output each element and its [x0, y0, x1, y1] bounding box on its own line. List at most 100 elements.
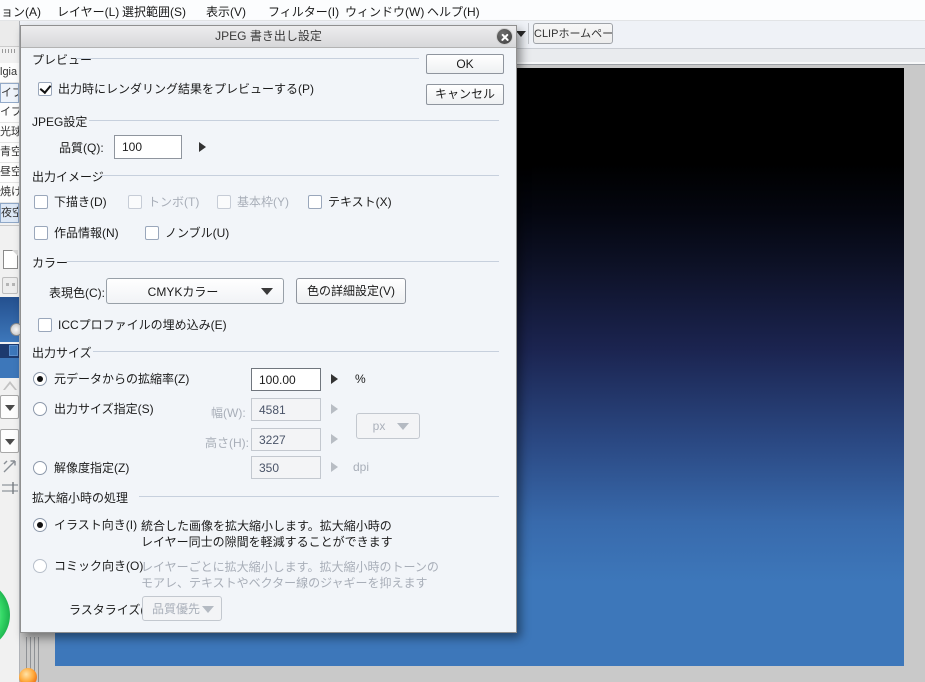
radio-label: イラスト向き(I): [54, 518, 138, 532]
scale-ratio-input[interactable]: 100.00: [251, 368, 321, 391]
palette-item[interactable]: 青空: [0, 143, 19, 163]
radio-label: コミック向き(O): [54, 559, 144, 573]
palette-dropdown-2[interactable]: [0, 429, 19, 453]
checkbox-icon[interactable]: [145, 225, 159, 240]
unit-dropdown: px: [356, 413, 420, 439]
quality-input[interactable]: 100: [114, 135, 182, 159]
section-header-output-size: 出力サイズ: [32, 346, 92, 360]
palette-dropdown-1[interactable]: [0, 395, 19, 419]
resolution-spinner-icon: [331, 462, 338, 472]
section-header-output-image: 出力イメージ: [32, 170, 104, 184]
close-icon[interactable]: [496, 28, 513, 45]
palette-item[interactable]: lgia: [0, 63, 19, 83]
scale-spinner-icon[interactable]: [331, 374, 338, 384]
section-rule: [67, 261, 499, 262]
gradient-color-chip-dark[interactable]: [0, 344, 19, 358]
height-label: 高さ(H):: [205, 436, 249, 450]
ok-button[interactable]: OK: [426, 54, 504, 74]
checkbox-label: 基本枠(Y): [237, 195, 289, 209]
palette-item-selected[interactable]: 夜空: [0, 203, 19, 223]
work-info-checkbox[interactable]: 作品情報(N): [34, 225, 119, 240]
gradient-color-chip-inner: [9, 345, 18, 356]
checkbox-label: テキスト(X): [328, 195, 392, 209]
app-window: ョン(A) レイヤー(L) 選択範囲(S) 表示(V) フィルター(I) ウィン…: [0, 0, 925, 682]
menu-bar: ョン(A) レイヤー(L) 選択範囲(S) 表示(V) フィルター(I) ウィン…: [0, 0, 925, 21]
new-page-icon[interactable]: [3, 250, 18, 269]
resolution-input: 350: [251, 456, 321, 479]
radio-icon[interactable]: [33, 401, 47, 416]
cancel-button[interactable]: キャンセル: [426, 84, 504, 105]
menu-window[interactable]: ウィンドウ(W): [345, 3, 424, 20]
draft-checkbox[interactable]: 下描き(D): [34, 194, 107, 209]
settings-widget-icon[interactable]: [2, 277, 18, 294]
menu-selection[interactable]: 選択範囲(S): [122, 3, 186, 20]
radio-label: 出力サイズ指定(S): [54, 402, 154, 416]
palette-item[interactable]: 光球: [0, 123, 19, 143]
checkbox-icon[interactable]: [34, 225, 48, 240]
height-spinner-icon: [331, 434, 338, 444]
drag-handle-icon[interactable]: [2, 49, 17, 53]
section-rule: [139, 496, 499, 497]
width-spinner-icon: [331, 404, 338, 414]
output-size-radio[interactable]: 出力サイズ指定(S): [33, 401, 154, 416]
basic-frame-checkbox: 基本枠(Y): [217, 194, 289, 209]
height-input: 3227: [251, 428, 321, 451]
width-label: 幅(W):: [211, 406, 246, 420]
checkbox-icon[interactable]: [34, 194, 48, 209]
clip-homepage-button[interactable]: CLIPホームページ: [533, 23, 613, 44]
scatter-tool-icon[interactable]: [1, 458, 19, 476]
dropdown-value: CMYKカラー: [147, 284, 219, 299]
menu-layer[interactable]: レイヤー(L): [57, 3, 119, 20]
dropdown-value: px: [372, 419, 386, 433]
checkbox-checked-icon[interactable]: [38, 81, 52, 96]
illustration-radio[interactable]: イラスト向き(I): [33, 517, 137, 532]
rasterize-dropdown: 品質優先: [142, 596, 222, 621]
gradient-node-marker-icon[interactable]: [3, 381, 17, 390]
checkbox-icon[interactable]: [308, 194, 322, 209]
resolution-radio[interactable]: 解像度指定(Z): [33, 460, 129, 475]
quality-spinner-icon[interactable]: [199, 142, 206, 152]
text-checkbox[interactable]: テキスト(X): [308, 194, 392, 209]
checkbox-icon[interactable]: [38, 317, 52, 332]
radio-checked-icon[interactable]: [33, 517, 47, 532]
palette-separator: [0, 225, 19, 226]
gradient-color-chip-blue[interactable]: [0, 358, 19, 378]
section-header-jpeg: JPEG設定: [32, 115, 88, 129]
menu-animation[interactable]: ョン(A): [1, 3, 41, 20]
checkbox-label: ノンブル(U): [165, 226, 230, 240]
scale-ratio-radio[interactable]: 元データからの拡縮率(Z): [33, 371, 189, 386]
page-number-checkbox[interactable]: ノンブル(U): [145, 225, 229, 240]
menu-help[interactable]: ヘルプ(H): [427, 3, 480, 20]
chevron-down-icon[interactable]: [516, 31, 526, 37]
palette-item[interactable]: 昼空: [0, 163, 19, 183]
radio-icon[interactable]: [33, 558, 47, 573]
checkbox-label: トンボ(T): [148, 195, 200, 209]
comic-desc-line2: モアレ、テキストやベクター線のジャギーを抑えます: [141, 576, 428, 590]
preview-checkbox[interactable]: 出力時にレンダリング結果をプレビューする(P): [38, 81, 314, 96]
radio-icon[interactable]: [33, 460, 47, 475]
section-rule: [89, 120, 499, 121]
toolbar-divider: [528, 23, 529, 44]
palette-item[interactable]: 焼け: [0, 183, 19, 203]
illustration-desc-line2: レイヤー同士の隙間を軽減することができます: [141, 535, 393, 549]
checkbox-label: 作品情報(N): [54, 226, 119, 240]
radio-label: 元データからの拡縮率(Z): [54, 372, 190, 386]
checkbox-label: ICCプロファイルの埋め込み(E): [58, 318, 227, 332]
illustration-desc-line1: 統合した画像を拡大縮小します。拡大縮小時の: [141, 519, 392, 533]
dpi-unit-label: dpi: [353, 460, 370, 474]
icc-profile-checkbox[interactable]: ICCプロファイルの埋め込み(E): [38, 317, 227, 332]
checkbox-label: 下描き(D): [54, 195, 107, 209]
section-rule: [93, 351, 499, 352]
menu-view[interactable]: 表示(V): [206, 3, 246, 20]
comic-radio[interactable]: コミック向き(O): [33, 558, 143, 573]
checkbox-label: 出力時にレンダリング結果をプレビューする(P): [58, 82, 314, 96]
radio-checked-icon[interactable]: [33, 371, 47, 386]
chevron-down-icon: [202, 605, 214, 613]
menu-filter[interactable]: フィルター(I): [268, 3, 339, 20]
palette-item[interactable]: イブ: [0, 103, 19, 123]
expression-color-dropdown[interactable]: CMYKカラー: [106, 278, 284, 304]
expression-color-label: 表現色(C):: [49, 286, 105, 300]
palette-item[interactable]: イブ: [0, 83, 19, 103]
color-detail-settings-button[interactable]: 色の詳細設定(V): [296, 278, 406, 304]
slider-rail-icon[interactable]: [1, 481, 19, 496]
